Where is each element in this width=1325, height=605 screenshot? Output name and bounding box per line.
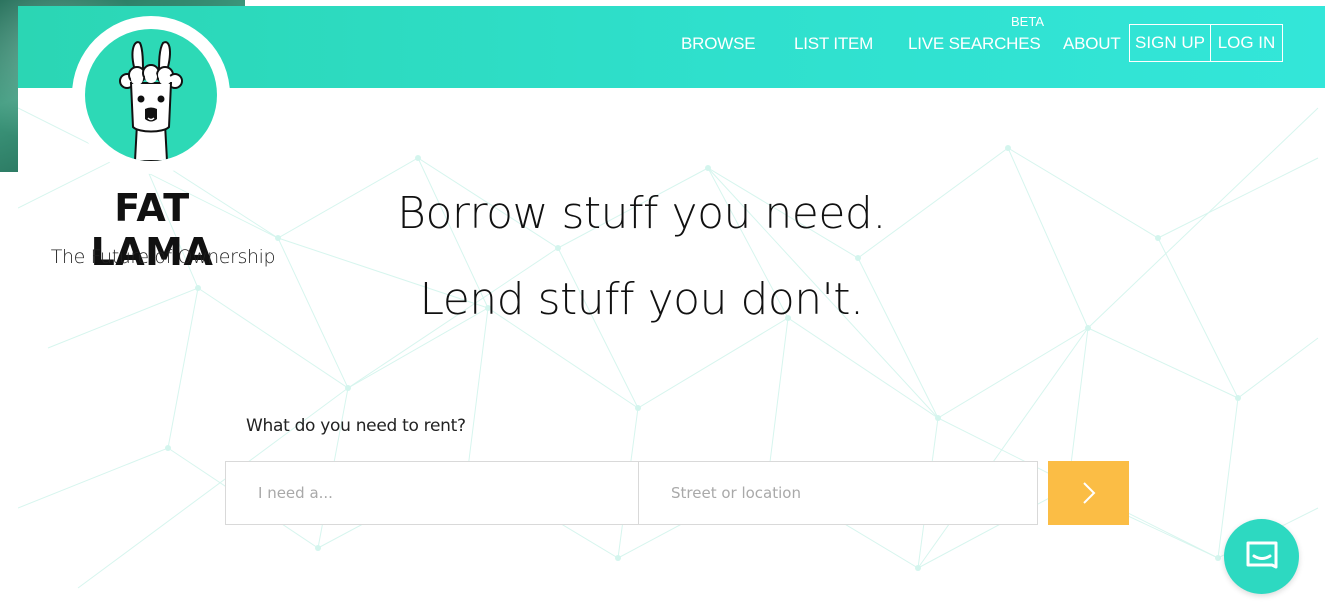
nav-live-searches[interactable]: LIVE SEARCHES	[908, 34, 1041, 54]
page: BROWSE LIST ITEM BETA LIVE SEARCHES ABOU…	[18, 6, 1325, 605]
log-in-button[interactable]: LOG IN	[1211, 25, 1282, 61]
network-background	[18, 107, 1319, 589]
item-search-input[interactable]	[225, 461, 639, 525]
logo[interactable]	[72, 16, 230, 174]
search-label: What do you need to rent?	[246, 416, 466, 436]
beta-badge: BETA	[1011, 14, 1044, 29]
logo-circle	[85, 29, 217, 161]
nav-browse[interactable]: BROWSE	[681, 34, 756, 54]
auth-buttons: SIGN UP LOG IN	[1129, 24, 1283, 62]
llama-icon	[119, 41, 183, 161]
location-input[interactable]	[638, 461, 1038, 525]
sign-up-button[interactable]: SIGN UP	[1130, 25, 1211, 61]
chat-launcher-button[interactable]	[1224, 519, 1299, 594]
chat-bubble-icon	[1246, 541, 1277, 568]
search-submit-button[interactable]	[1048, 461, 1129, 525]
search-form	[225, 461, 1129, 526]
hero-heading-line-1: Borrow stuff you need.	[397, 188, 886, 239]
nav-about[interactable]: ABOUT	[1063, 34, 1121, 54]
hero-heading-line-2: Lend stuff you don't.	[419, 274, 864, 325]
tagline: The Future of Ownership	[50, 246, 276, 268]
nav-list-item[interactable]: LIST ITEM	[794, 34, 873, 54]
chevron-right-icon	[1082, 482, 1095, 504]
